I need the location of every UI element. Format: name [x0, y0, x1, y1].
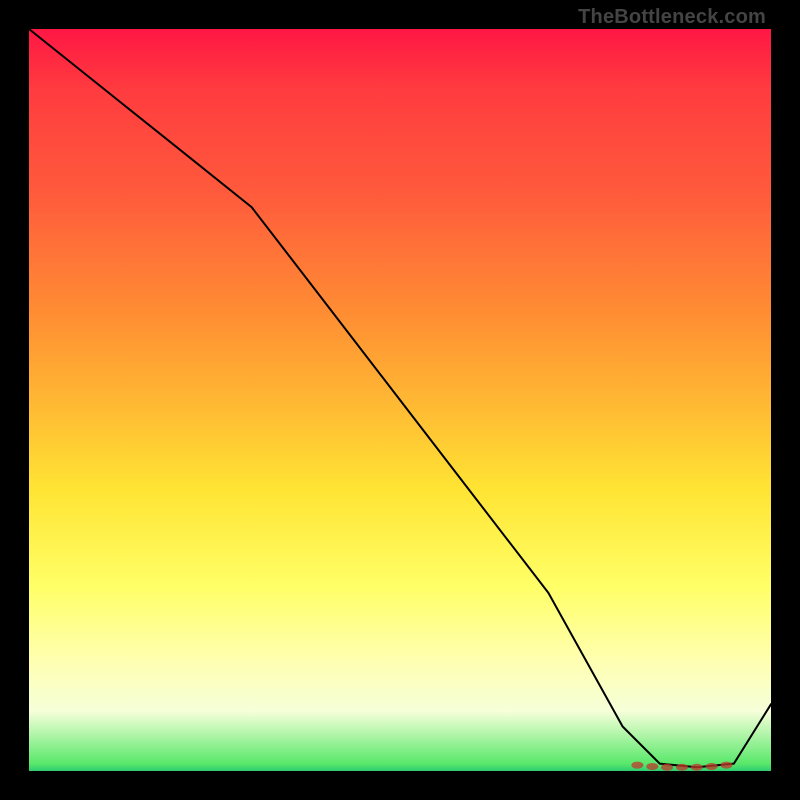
optimal-dot — [661, 764, 673, 771]
chart-svg — [29, 29, 771, 771]
watermark-label: TheBottleneck.com — [578, 6, 766, 29]
optimal-dot — [646, 763, 658, 770]
optimal-region-dots — [631, 762, 732, 771]
bottleneck-curve — [29, 29, 771, 767]
plot-area — [29, 29, 771, 771]
optimal-dot — [706, 763, 718, 770]
optimal-dot — [691, 764, 703, 771]
chart-frame: TheBottleneck.com — [0, 0, 800, 800]
optimal-dot — [721, 762, 733, 769]
optimal-dot — [676, 764, 688, 771]
optimal-dot — [631, 762, 643, 769]
